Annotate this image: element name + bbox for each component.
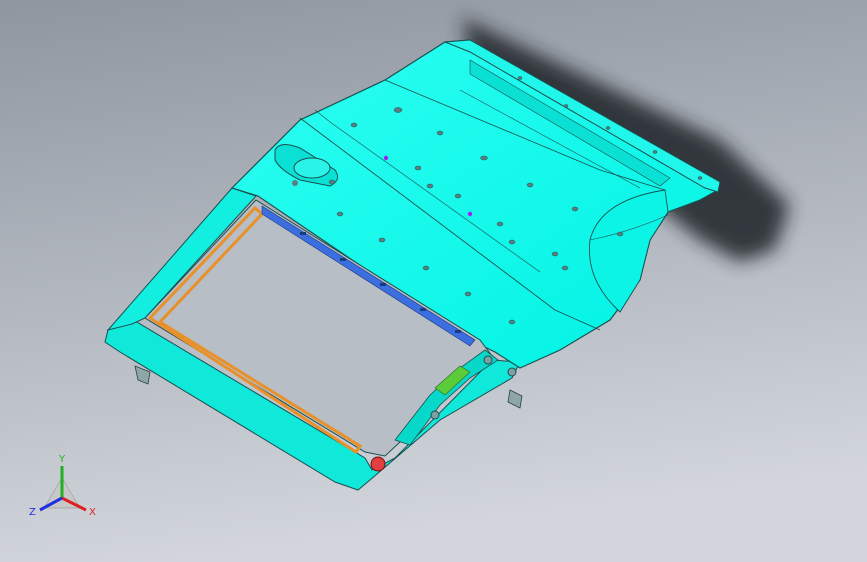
- cad-viewport[interactable]: Y X Z: [0, 0, 867, 562]
- hinge-bolt-3: [430, 410, 440, 420]
- triad-z-label: Z: [29, 507, 36, 518]
- hinge-bolt-2: [507, 367, 517, 377]
- hinge-bolt-1: [483, 355, 493, 365]
- triad-y-label: Y: [58, 454, 66, 465]
- lock-bolt: [370, 456, 386, 472]
- triad-x-label: X: [89, 507, 96, 518]
